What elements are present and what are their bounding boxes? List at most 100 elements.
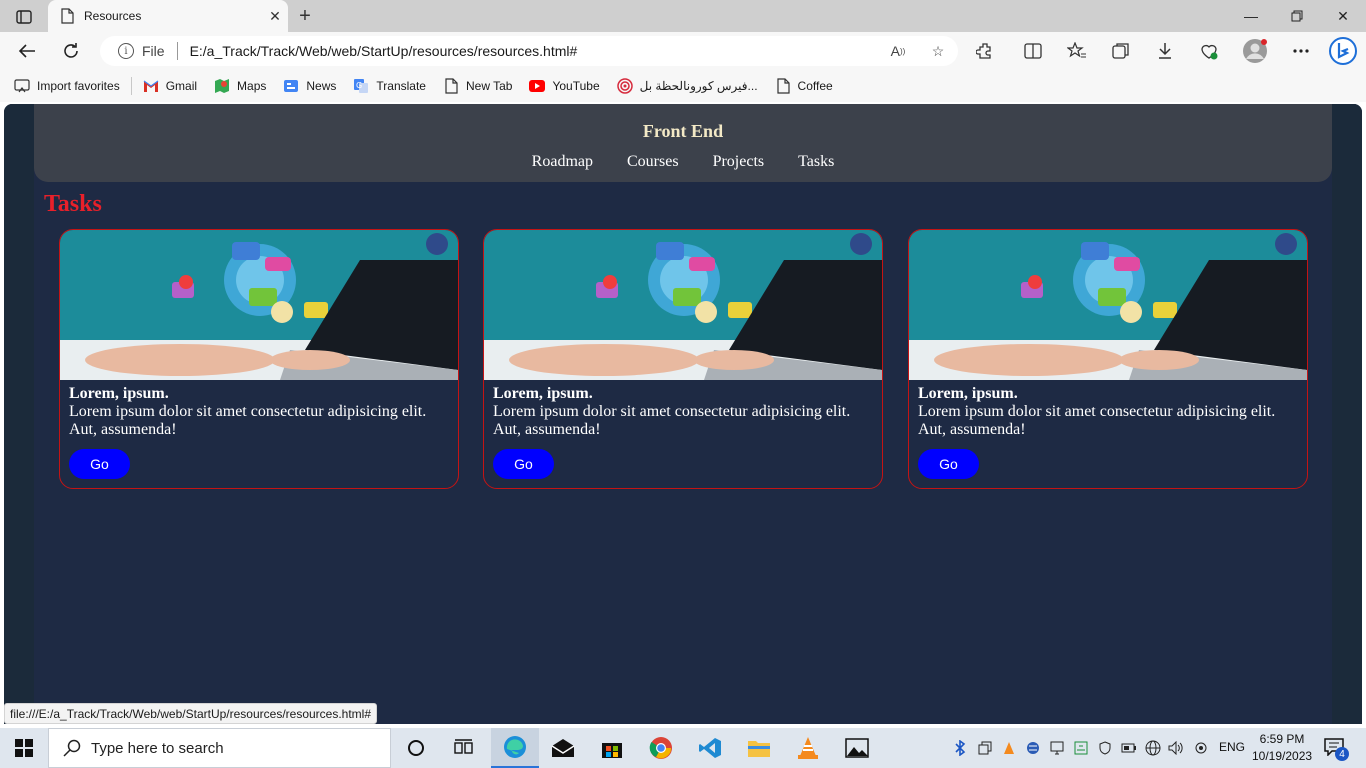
taskbar-file-explorer[interactable] (735, 728, 783, 768)
url-text[interactable]: E:/a_Track/Track/Web/web/StartUp/resourc… (190, 43, 878, 59)
page-icon (61, 8, 74, 24)
card-body: Lorem, ipsum. Lorem ipsum dolor sit amet… (60, 380, 458, 484)
bing-copilot-icon[interactable] (1326, 37, 1360, 65)
nav-link-courses[interactable]: Courses (627, 153, 679, 171)
card-text: Lorem ipsum dolor sit amet consectetur a… (69, 403, 427, 438)
browser-toolbar: i File E:/a_Track/Track/Web/web/StartUp/… (0, 32, 1366, 70)
settings-more-icon[interactable] (1286, 37, 1316, 65)
section-title: Tasks (44, 191, 102, 217)
site-header: Front End Roadmap Courses Projects Tasks (34, 104, 1332, 182)
taskbar-vlc[interactable] (784, 728, 832, 768)
maps-icon (214, 78, 230, 94)
favorite-star-icon[interactable]: ☆ (918, 43, 958, 60)
windows-taskbar: Type here to search ENG 6:59 PM 10/19/20… (0, 728, 1366, 768)
go-button[interactable]: Go (69, 449, 130, 479)
minimize-button[interactable]: — (1228, 0, 1274, 32)
browser-titlebar: Resources ✕ + — ✕ (0, 0, 1366, 32)
favorite-import[interactable]: Import favorites (14, 78, 120, 94)
chrome-icon (649, 737, 672, 759)
refresh-icon (64, 43, 78, 58)
tab-actions-button[interactable] (10, 6, 38, 28)
taskbar-vscode[interactable] (686, 728, 734, 768)
task-card: Lorem, ipsum. Lorem ipsum dolor sit amet… (59, 229, 459, 489)
taskbar-photos[interactable] (833, 728, 881, 768)
gmail-icon (143, 78, 159, 94)
close-window-button[interactable]: ✕ (1320, 0, 1366, 32)
store-icon (602, 743, 622, 758)
downloads-icon[interactable] (1150, 37, 1180, 65)
clock-date: 10/19/2023 (1252, 749, 1313, 763)
address-bar[interactable]: i File E:/a_Track/Track/Web/web/StartUp/… (100, 36, 958, 66)
favorite-corona[interactable]: فيرس كورونالحظة بل... (616, 78, 758, 94)
close-tab-icon[interactable]: ✕ (262, 3, 288, 29)
file-label: File (142, 43, 165, 59)
page-viewport: Front End Roadmap Courses Projects Tasks… (4, 104, 1362, 724)
task-view-button[interactable] (440, 728, 488, 768)
browser-essentials-icon[interactable] (1194, 37, 1224, 65)
svg-text:G: G (356, 81, 362, 90)
favorite-news[interactable]: News (283, 78, 336, 94)
favorite-youtube[interactable]: YouTube (529, 78, 600, 94)
target-icon (616, 78, 633, 94)
monitor-tray-icon[interactable] (1049, 740, 1065, 756)
new-tab-button[interactable]: + (292, 4, 318, 28)
battery-icon[interactable] (1121, 740, 1137, 756)
restore-button[interactable] (1274, 0, 1320, 32)
favorite-new-tab[interactable]: New Tab (443, 78, 512, 94)
volume-icon[interactable] (1168, 740, 1184, 756)
favorite-gmail[interactable]: Gmail (143, 78, 197, 94)
collections-icon[interactable] (1106, 37, 1136, 65)
refresh-button[interactable] (56, 37, 86, 65)
nav-link-tasks[interactable]: Tasks (798, 153, 834, 171)
notification-center-button[interactable]: 4 (1324, 738, 1349, 761)
search-placeholder: Type here to search (91, 739, 224, 757)
translate-icon: G (353, 78, 369, 94)
info-icon[interactable]: i (118, 43, 134, 59)
start-button[interactable] (0, 728, 48, 768)
vlc-icon (798, 737, 818, 759)
go-button[interactable]: Go (493, 449, 554, 479)
copy-icon[interactable] (977, 740, 993, 756)
restore-icon (1291, 10, 1303, 22)
back-button[interactable] (12, 37, 42, 65)
bluetooth-icon[interactable] (952, 740, 968, 756)
taskbar-search[interactable]: Type here to search (48, 728, 391, 768)
taskbar-edge[interactable] (491, 728, 539, 768)
windows-logo-icon (15, 739, 33, 757)
extensions-icon[interactable] (970, 37, 1000, 65)
taskbar-mail[interactable] (539, 728, 587, 768)
tab-actions-icon (16, 10, 32, 24)
favorite-coffee[interactable]: Coffee (775, 78, 833, 94)
favorites-icon[interactable] (1062, 37, 1092, 65)
profile-avatar[interactable] (1240, 37, 1270, 65)
card-title: Lorem, ipsum. (69, 385, 169, 402)
split-screen-icon[interactable] (1018, 37, 1048, 65)
nav-link-projects[interactable]: Projects (713, 153, 765, 171)
vlc-tray-icon[interactable] (1001, 740, 1017, 756)
card-body: Lorem, ipsum. Lorem ipsum dolor sit amet… (484, 380, 882, 484)
favorite-maps[interactable]: Maps (214, 78, 266, 94)
globe-tray-icon[interactable] (1025, 740, 1041, 756)
tab-resources[interactable]: Resources ✕ (48, 0, 288, 32)
task-card: Lorem, ipsum. Lorem ipsum dolor sit amet… (908, 229, 1308, 489)
page-side-strip-right (1332, 104, 1362, 724)
card-text: Lorem ipsum dolor sit amet consectetur a… (493, 403, 851, 438)
globe-network-icon[interactable] (1145, 740, 1161, 756)
camera-tray-icon[interactable] (1193, 740, 1209, 756)
page-side-strip-left (4, 104, 34, 724)
go-button[interactable]: Go (918, 449, 979, 479)
nav-link-roadmap[interactable]: Roadmap (532, 153, 593, 171)
taskbar-store[interactable] (588, 728, 636, 768)
read-aloud-icon[interactable]: A)) (878, 43, 918, 59)
taskbar-chrome[interactable] (637, 728, 685, 768)
news-icon (283, 78, 299, 94)
link-status-tooltip: file:///E:/a_Track/Track/Web/web/StartUp… (4, 703, 378, 724)
security-tray-icon[interactable] (1097, 740, 1113, 756)
clock[interactable]: 6:59 PM 10/19/2023 (1252, 731, 1312, 765)
cortana-button[interactable] (392, 728, 440, 768)
favorite-translate[interactable]: G Translate (353, 78, 426, 94)
language-indicator[interactable]: ENG (1219, 740, 1245, 754)
address-separator (176, 42, 178, 60)
network-tray-icon[interactable] (1073, 740, 1089, 756)
search-icon (63, 739, 81, 757)
